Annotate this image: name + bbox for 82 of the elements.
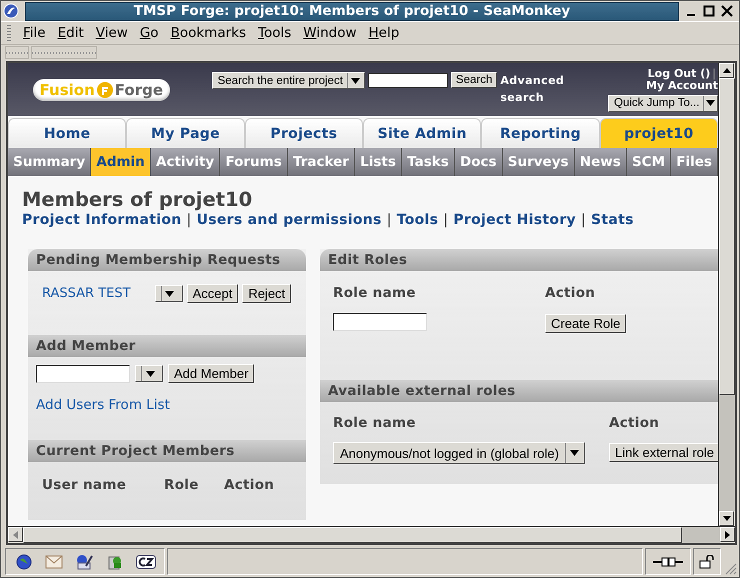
nav-tab[interactable]: Projects [244, 118, 363, 148]
scroll-thumb[interactable] [719, 78, 735, 395]
logout-link[interactable]: Log Out () [648, 68, 710, 80]
accept-button[interactable]: Accept [186, 284, 238, 303]
role-name-field[interactable] [333, 313, 427, 331]
menu-item[interactable]: Help [362, 25, 406, 41]
padlock-icon [699, 554, 715, 568]
toolbar-grip[interactable] [31, 46, 97, 59]
panel-header: Pending Membership Requests [28, 249, 306, 271]
reject-button[interactable]: Reject [242, 284, 292, 303]
nav-tab[interactable]: projet10 [600, 118, 718, 148]
address-book-icon[interactable] [107, 554, 123, 570]
app-icon [3, 3, 19, 19]
logo[interactable]: Fusion Forge [33, 78, 170, 100]
scroll-right-icon [725, 530, 730, 538]
external-role-dropdown[interactable]: Anonymous/not logged in (global role) [333, 442, 585, 464]
separator: | [712, 68, 716, 80]
scroll-left-icon [13, 530, 18, 538]
create-role-button[interactable]: Create Role [545, 314, 626, 333]
add-member-button[interactable]: Add Member [168, 364, 254, 383]
toolbar-grip[interactable] [5, 46, 29, 59]
resize-grip-icon[interactable] [723, 561, 737, 575]
page-title: Members of projet10 [22, 188, 254, 212]
menu-item[interactable]: Go [134, 25, 165, 41]
user-link[interactable]: RASSAR TEST [42, 286, 131, 301]
menu-item[interactable]: Tools [252, 25, 298, 41]
menu-item[interactable]: View [90, 25, 134, 41]
caret-icon [570, 450, 580, 456]
separator: | [443, 212, 448, 228]
search-field[interactable] [368, 73, 448, 88]
composer-icon[interactable] [76, 554, 94, 570]
column-header: Role name [333, 285, 417, 301]
menu-item[interactable]: Bookmarks [164, 25, 252, 41]
column-header: Action [545, 285, 596, 301]
add-users-link[interactable]: Add Users From List [36, 397, 170, 413]
admin-link[interactable]: Project History [453, 212, 576, 228]
globe-icon[interactable] [16, 554, 32, 570]
panel-header: Available external roles [320, 380, 718, 402]
admin-link[interactable]: Tools [396, 212, 438, 228]
column-header: Role name [333, 415, 417, 431]
scroll-up-icon [722, 68, 730, 73]
separator: | [386, 212, 392, 228]
maximize-icon[interactable] [703, 5, 715, 17]
search-scope-dropdown[interactable]: Search the entire project [212, 72, 365, 89]
admin-link[interactable]: Users and permissions [196, 212, 382, 228]
link-role-button[interactable]: Link external role [609, 443, 718, 462]
mail-icon[interactable] [45, 554, 63, 568]
menu-item[interactable]: File [17, 25, 52, 41]
role-dropdown[interactable] [135, 365, 163, 382]
column-header: User name [42, 477, 128, 493]
caret-icon [165, 290, 174, 296]
quick-jump-dropdown[interactable]: Quick Jump To... [608, 94, 718, 112]
admin-link[interactable]: Project Information [22, 212, 182, 228]
column-header: Action [224, 477, 274, 493]
user-name-field[interactable] [36, 364, 130, 382]
menu-item[interactable]: Window [297, 25, 363, 41]
scroll-down-icon [722, 516, 730, 521]
panel-header: Add Member [28, 335, 306, 357]
window-title: TMSP Forge: projet10: Members of projet10 - SeaMonkey [25, 2, 679, 20]
account-link[interactable]: My Account [646, 80, 718, 92]
search-button[interactable]: Search [450, 72, 498, 88]
menu-item[interactable]: Edit [52, 25, 90, 41]
connection-icon [653, 556, 683, 568]
nav-tab[interactable]: Reporting [481, 118, 600, 148]
caret-icon [706, 100, 716, 106]
role-dropdown[interactable] [154, 285, 183, 302]
separator: | [580, 212, 586, 228]
column-header: Role [164, 477, 200, 493]
separator: | [186, 212, 192, 228]
caret-icon [146, 370, 154, 376]
caret-icon [351, 78, 360, 84]
nav-tab[interactable]: Site Admin [362, 118, 482, 148]
column-header: Action [609, 415, 660, 431]
close-icon[interactable] [721, 5, 733, 17]
nav-tab[interactable]: Home [8, 118, 126, 148]
admin-link[interactable]: Stats [590, 212, 634, 228]
nav-tab[interactable]: My Page [126, 118, 245, 148]
panel-header: Edit Roles [320, 249, 718, 271]
section-tab[interactable]: Admin [91, 148, 151, 176]
chat-icon[interactable] [136, 554, 156, 568]
advanced-search-link[interactable]: Advanced search [500, 72, 608, 106]
panel-header: Current Project Members [28, 440, 306, 462]
